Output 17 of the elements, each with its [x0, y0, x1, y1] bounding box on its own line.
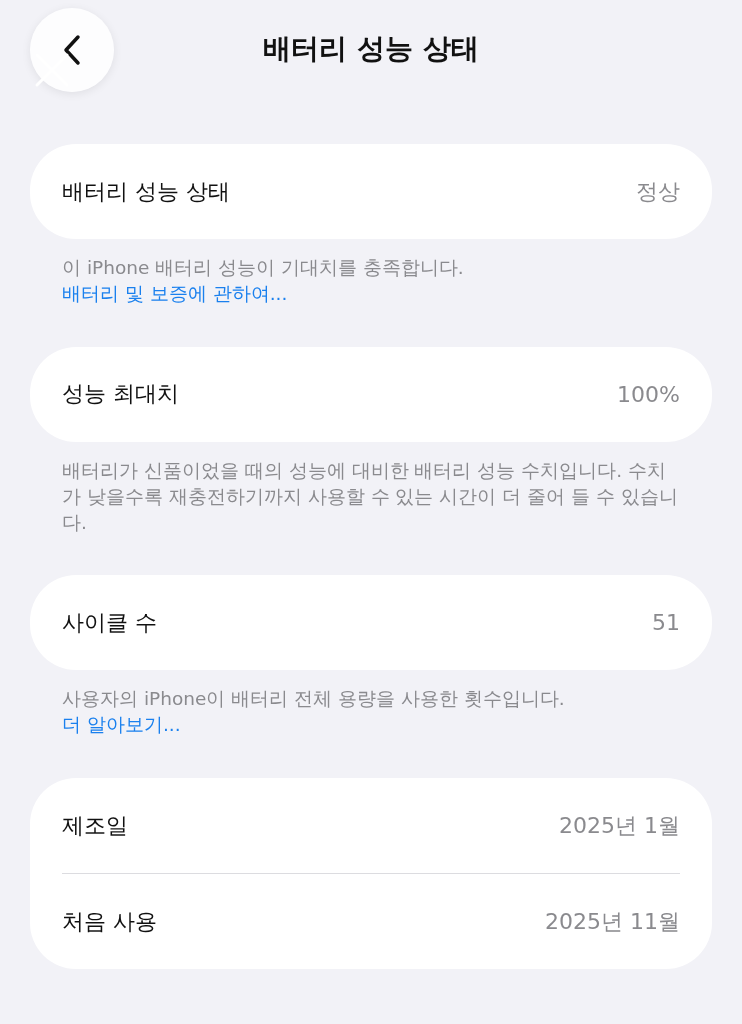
row-value: 2025년 1월: [559, 811, 680, 840]
row-value: 정상: [636, 177, 680, 206]
footer-link[interactable]: 더 알아보기...: [62, 714, 181, 736]
row-label: 배터리 성능 상태: [62, 177, 230, 206]
footer-text: 배터리가 신품이었을 때의 성능에 대비한 배터리 성능 수치입니다. 수치가 낮을수록 재충전하기까지 사용할 수 있는 시간이 더 줄어 들 수 있습니다.: [61, 458, 679, 535]
nav-title: 배터리 성능 상태: [263, 31, 479, 67]
row-value: 51: [652, 610, 680, 636]
row-label: 제조일: [62, 811, 128, 840]
footer-link[interactable]: 배터리 및 보증에 관하여...: [62, 282, 288, 304]
row-value: 100%: [617, 381, 680, 407]
row-label: 성능 최대치: [62, 380, 179, 409]
row-label: 사이클 수: [62, 608, 157, 637]
footer-text: 이 iPhone 배터리 성능이 기대치를 충족합니다. 배터리 및 보증에 관하여...: [61, 256, 465, 306]
chevron-left-icon: [61, 33, 83, 67]
footer-text: 사용자의 iPhone이 배터리 전체 용량을 사용한 횟수입니다. 더 알아보기...: [61, 687, 566, 738]
row-label: 처음 사용: [62, 907, 157, 936]
row-value: 2025년 11월: [545, 907, 680, 936]
